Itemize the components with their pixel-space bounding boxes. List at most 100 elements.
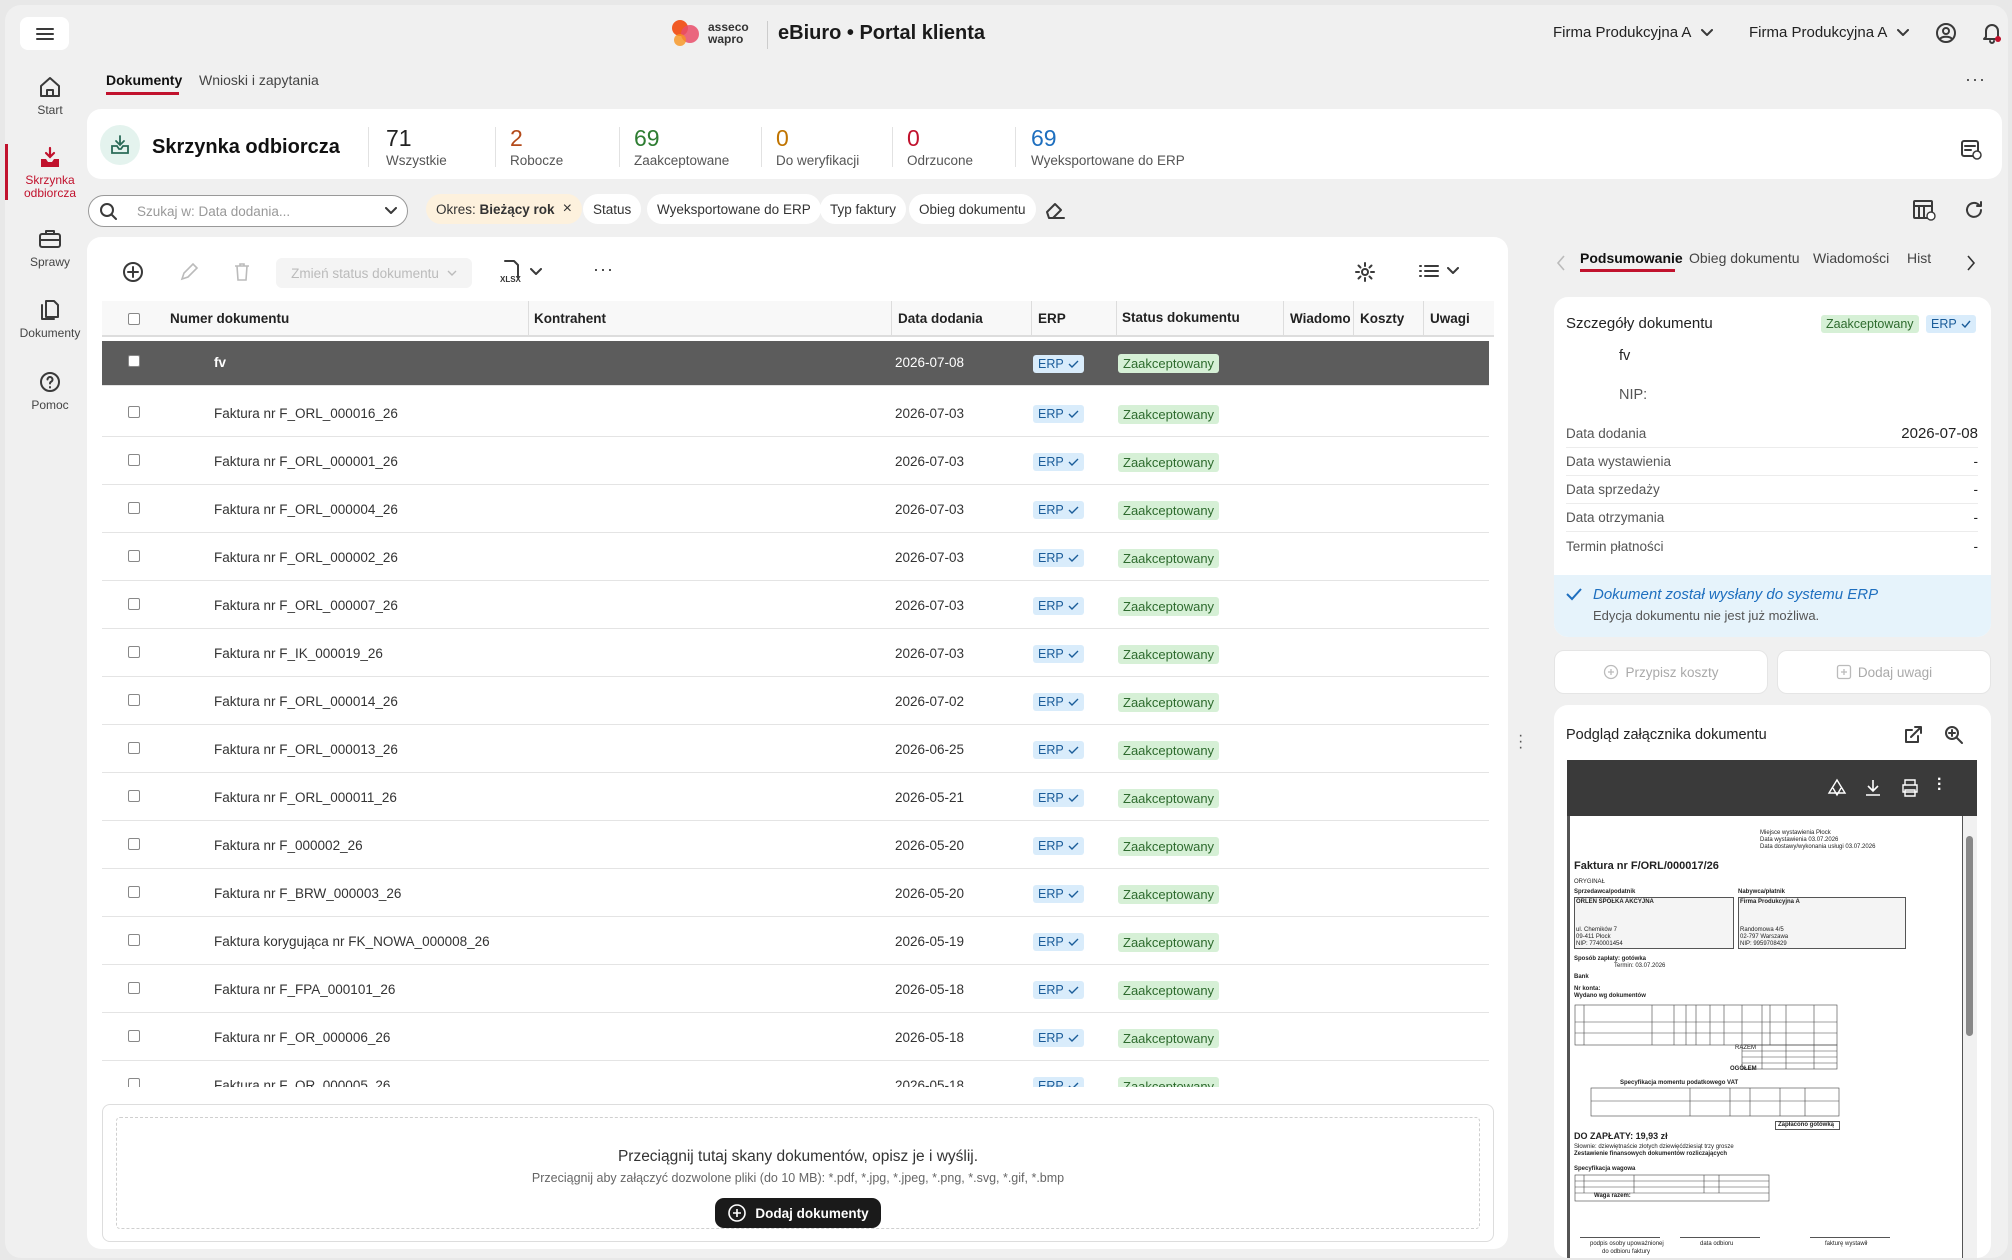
add-notes-button[interactable]: Dodaj uwagi [1777,650,1991,694]
panel-tab-summary[interactable]: Podsumowanie [1580,250,1683,266]
invoice-razem: RAZEM [1735,1045,1756,1051]
table-row[interactable]: Faktura nr F_ORL_000002_26 2026-07-03 ERP Z… [102,533,1489,581]
table-row[interactable]: Faktura nr F_OR_000006_26 2026-05-18 ERP Za… [102,1013,1489,1061]
row-checkbox[interactable] [128,838,140,850]
table-row[interactable]: Faktura nr F_FPA_000101_26 2026-05-18 ERP Z… [102,965,1489,1013]
date-added: 2026-07-03 [895,646,965,661]
panel-tab-workflow[interactable]: Obieg dokumentu [1689,250,1800,266]
status-badge: Zaakceptowany [1118,885,1220,904]
chevron-right-icon[interactable] [1966,255,1976,271]
erp-badge: ERP [1033,741,1084,759]
erp-badge: ERP [1033,549,1084,567]
pdf-scrollbar[interactable] [1963,816,1977,1258]
pdf-viewer[interactable]: · · · Miejsce wystawienia Płock Data wysta… [1567,760,1977,1258]
check-icon [1068,890,1079,898]
document-number: Faktura nr F_ORL_000004_26 [214,502,398,517]
print-icon[interactable] [1900,778,1920,798]
status-badge: Zaakceptowany [1118,789,1220,808]
preview-title: Podgląd załącznika dokumentu [1566,727,1767,743]
date-added: 2026-07-03 [895,406,965,421]
invoice-to-pay: DO ZAPŁATY: 19,93 zł [1574,1131,1668,1141]
panel-tab-history[interactable]: Hist [1907,250,1931,266]
open-external-icon[interactable] [1903,725,1923,745]
app-window: asseco wapro eBiuro • Portal klienta Fir… [5,5,2008,1258]
invoice-sign-1: podpis osoby upoważnionej [1590,1241,1664,1247]
check-icon [1068,360,1079,368]
document-number: Faktura nr F_OR_000006_26 [214,1030,391,1045]
row-checkbox[interactable] [128,550,140,562]
erp-label: ERP [1038,455,1064,469]
document-number: Faktura nr F_ORL_000002_26 [214,550,398,565]
panel-tab-messages[interactable]: Wiadomości [1813,250,1889,266]
erp-badge: ERP [1033,837,1084,855]
erp-label: ERP [1038,743,1064,757]
row-checkbox[interactable] [128,355,140,367]
date-added: 2026-05-20 [895,886,965,901]
add-circle-icon [728,1204,747,1222]
chevron-left-icon[interactable] [1556,255,1566,271]
check-icon [1068,938,1079,946]
row-checkbox[interactable] [128,694,140,706]
check-icon [1068,1034,1079,1042]
row-checkbox[interactable] [128,1030,140,1042]
table-row[interactable]: Faktura nr F_ORL_000004_26 2026-07-03 ERP Z… [102,485,1489,533]
row-checkbox[interactable] [128,934,140,946]
document-number: Faktura nr F_IK_000019_26 [214,646,383,661]
table-row[interactable]: Faktura nr F_000002_26 2026-05-20 ERP Zaakc… [102,821,1489,869]
table-row[interactable]: Faktura nr F_ORL_000011_26 2026-05-21 ERP Z… [102,773,1489,821]
invoice-amount-words: Słownie: dziewiętnaście złotych dziewięć… [1574,1144,1734,1150]
row-checkbox[interactable] [128,1078,140,1087]
download-icon[interactable] [1864,778,1882,798]
table-row[interactable]: Faktura nr F_IK_000019_26 2026-07-03 ERP Za… [102,629,1489,677]
erp-sent-subtext: Edycja dokumentu nie jest już możliwa. [1593,608,1820,623]
table-row[interactable]: Faktura nr F_ORL_000013_26 2026-06-25 ERP Z… [102,725,1489,773]
row-checkbox[interactable] [128,982,140,994]
erp-badge: ERP [1033,501,1084,519]
erp-badge: ERP [1033,693,1084,711]
row-checkbox[interactable] [128,502,140,514]
erp-badge: ERP [1033,597,1084,615]
row-checkbox[interactable] [128,742,140,754]
pdf-more-icon[interactable]: · · · [1937,772,1942,798]
row-checkbox[interactable] [128,598,140,610]
document-number: Faktura nr F_ORL_000011_26 [214,790,397,805]
invoice-buyer-name: Firma Produkcyjna A [1740,899,1800,905]
date-added: 2026-07-03 [895,454,965,469]
table-row[interactable]: Faktura nr F_BRW_000003_26 2026-05-20 ERP Z… [102,869,1489,917]
assign-costs-button[interactable]: Przypisz koszty [1554,650,1768,694]
table-row[interactable]: Faktura nr F_ORL_000014_26 2026-07-02 ERP Z… [102,677,1489,725]
table-row[interactable]: Faktura nr F_ORL_000001_26 2026-07-03 ERP Z… [102,437,1489,485]
zoom-in-icon[interactable] [1944,725,1964,745]
table-row[interactable]: Faktura korygująca nr FK_NOWA_000008_26 2… [102,917,1489,965]
table-row[interactable]: Faktura nr F_ORL_000016_26 2026-07-03 ERP Z… [102,389,1489,437]
add-documents-button[interactable]: Dodaj dokumenty [715,1198,881,1228]
row-checkbox[interactable] [128,406,140,418]
invoice-listing: Wydano wg dokumentów [1574,993,1646,999]
row-checkbox[interactable] [128,790,140,802]
invoice-term: Termin: 03.07.2026 [1614,963,1666,969]
table-row[interactable]: Faktura nr F_OR_000005_26 2026-05-18 ERP Za… [102,1061,1489,1087]
status-badge: Zaakceptowany [1118,837,1220,856]
invoice-buyer-nip: NIP: 9959708429 [1740,941,1787,947]
row-checkbox[interactable] [128,646,140,658]
table-row[interactable]: fv 2026-07-08 ERP Zaakceptowany [102,341,1489,386]
date-added: 2026-05-21 [895,790,965,805]
erp-label: ERP [1038,599,1064,613]
invoice-buyer-city: 02-797 Warszawa [1740,934,1789,940]
document-number: Faktura nr F_ORL_000001_26 [214,454,398,469]
document-number: Faktura nr F_OR_000005_26 [214,1078,391,1087]
erp-label: ERP [1038,695,1064,709]
add-circle-icon [1604,664,1619,680]
erp-label: ERP [1038,503,1064,517]
erp-label: ERP [1038,839,1064,853]
table-row[interactable]: Faktura nr F_ORL_000007_26 2026-07-03 ERP Z… [102,581,1489,629]
row-checkbox[interactable] [128,454,140,466]
erp-badge: ERP [1033,789,1084,807]
upload-dropzone[interactable]: Przeciągnij tutaj skany dokumentów, opis… [102,1104,1494,1242]
panel-resize-handle[interactable]: · · · [1518,728,1524,756]
check-icon [1068,554,1079,562]
row-checkbox[interactable] [128,886,140,898]
erp-label: ERP [1038,1079,1064,1087]
drive-icon[interactable] [1827,778,1847,798]
erp-badge: ERP [1033,453,1084,471]
